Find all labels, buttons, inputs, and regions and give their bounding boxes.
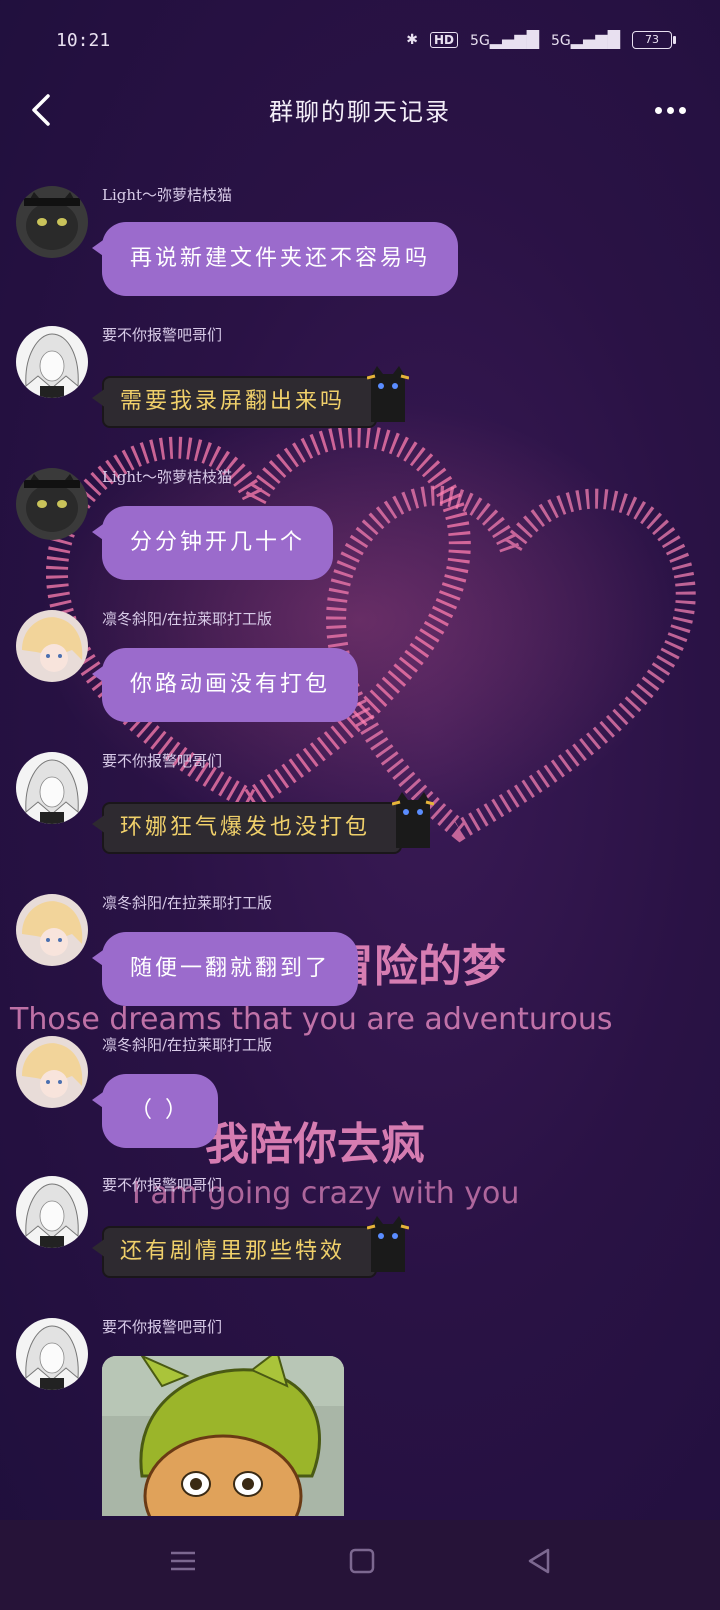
sender-name: 凛冬斜阳/在拉莱耶打工版 — [102, 894, 273, 912]
page-title: 群聊的聊天记录 — [269, 98, 451, 126]
bubble-text: 需要我录屏翻出来吗 — [120, 389, 346, 414]
bubble-text: 环娜狂气爆发也没打包 — [120, 815, 371, 840]
anime-blonde-avatar-icon — [16, 894, 88, 966]
system-nav-bar — [0, 1520, 720, 1610]
sender-name: 凛冬斜阳/在拉莱耶打工版 — [102, 1036, 273, 1054]
avatar[interactable] — [16, 326, 88, 398]
avatar[interactable] — [16, 186, 88, 258]
menu-nav-icon[interactable] — [168, 1546, 198, 1576]
message-bubble[interactable]: 再说新建文件夹还不容易吗 — [91, 222, 459, 296]
anime-blonde-avatar-icon — [16, 1036, 88, 1108]
status-bar: 10:21 ✱ HD 5G▂▄▆█ 5G▂▄▆█ 73 — [0, 0, 720, 80]
white-hair-avatar-icon — [16, 1318, 88, 1390]
message-bubble[interactable]: 环娜狂气爆发也没打包 — [91, 792, 435, 854]
more-dot-icon — [678, 106, 686, 114]
avatar[interactable] — [16, 1318, 88, 1390]
sender-name: 要不你报警吧哥们 — [102, 1176, 223, 1194]
avatar[interactable] — [16, 752, 88, 824]
sender-name: Light～弥萝桔枝猫 — [102, 186, 233, 204]
status-icons: ✱ HD 5G▂▄▆█ 5G▂▄▆█ 73 — [406, 30, 676, 49]
avatar[interactable] — [16, 894, 88, 966]
message-bubble[interactable]: （ ） — [92, 1074, 218, 1148]
lyric-cn-2: 我陪你去疯 — [205, 1119, 425, 1170]
message-bubble[interactable]: 你路动画没有打包 — [91, 648, 359, 722]
sender-name: 要不你报警吧哥们 — [102, 326, 223, 344]
cat-avatar-icon — [16, 468, 88, 540]
bluetooth-icon: ✱ — [406, 31, 419, 48]
avatar[interactable] — [16, 610, 88, 682]
back-nav-icon[interactable] — [524, 1546, 554, 1576]
signal-5g-icon: 5G▂▄▆█ — [470, 30, 540, 49]
sender-name: 凛冬斜阳/在拉莱耶打工版 — [102, 610, 273, 628]
cat-avatar-icon — [16, 186, 88, 258]
bubble-text: 还有剧情里那些特效 — [120, 1239, 346, 1264]
image-message[interactable] — [102, 1356, 344, 1516]
lyric-en-1: Those dreams that you are adventurous — [10, 1002, 613, 1037]
white-hair-avatar-icon — [16, 752, 88, 824]
black-cat-bubble-decoration-icon — [367, 1216, 410, 1272]
cookie-character-sticker-icon — [102, 1356, 344, 1516]
white-hair-avatar-icon — [16, 1176, 88, 1248]
hd-icon: HD — [430, 31, 459, 48]
message-bubble[interactable]: 需要我录屏翻出来吗 — [91, 366, 410, 428]
more-dot-icon — [654, 106, 662, 114]
home-nav-icon[interactable] — [348, 1546, 376, 1576]
signal-5g-icon-2: 5G▂▄▆█ — [551, 30, 620, 49]
more-options-button[interactable] — [650, 92, 690, 128]
message-bubble[interactable]: 还有剧情里那些特效 — [91, 1216, 410, 1278]
chat-header: 群聊的聊天记录 — [0, 80, 720, 140]
black-cat-bubble-decoration-icon — [392, 792, 435, 848]
status-time: 10:21 — [56, 30, 111, 51]
sender-name: 要不你报警吧哥们 — [102, 752, 223, 770]
message-bubble[interactable]: 分分钟开几十个 — [91, 506, 334, 580]
message-bubble[interactable]: 随便一翻就翻到了 — [91, 932, 359, 1006]
battery-icon: 73 — [632, 30, 676, 49]
black-cat-bubble-decoration-icon — [367, 366, 410, 422]
avatar[interactable] — [16, 1036, 88, 1108]
white-hair-avatar-icon — [16, 326, 88, 398]
avatar[interactable] — [16, 1176, 88, 1248]
sender-name: 要不你报警吧哥们 — [102, 1318, 223, 1336]
more-dot-icon — [666, 106, 674, 114]
avatar[interactable] — [16, 468, 88, 540]
anime-blonde-avatar-icon — [16, 610, 88, 682]
sender-name: Light～弥萝桔枝猫 — [102, 468, 233, 486]
